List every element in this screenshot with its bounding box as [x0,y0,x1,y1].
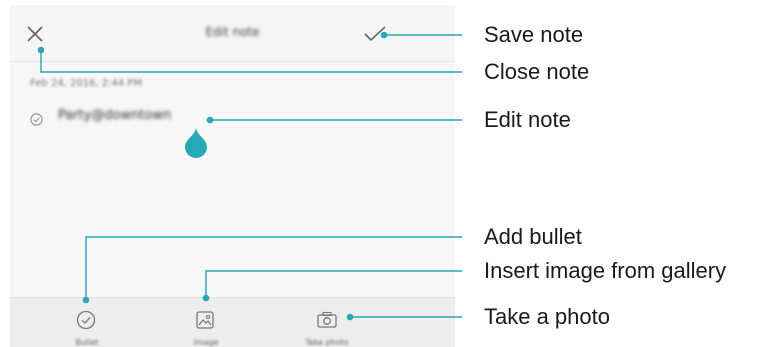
callout-edit-note: Edit note [484,107,571,132]
callout-add-bullet: Add bullet [484,224,582,249]
callout-lines [37,31,462,321]
callout-take-photo: Take a photo [484,304,610,329]
callout-save-note: Save note [484,22,584,47]
callout-close-note: Close note [484,59,590,84]
callout-insert-image: Insert image from gallery [484,258,727,283]
